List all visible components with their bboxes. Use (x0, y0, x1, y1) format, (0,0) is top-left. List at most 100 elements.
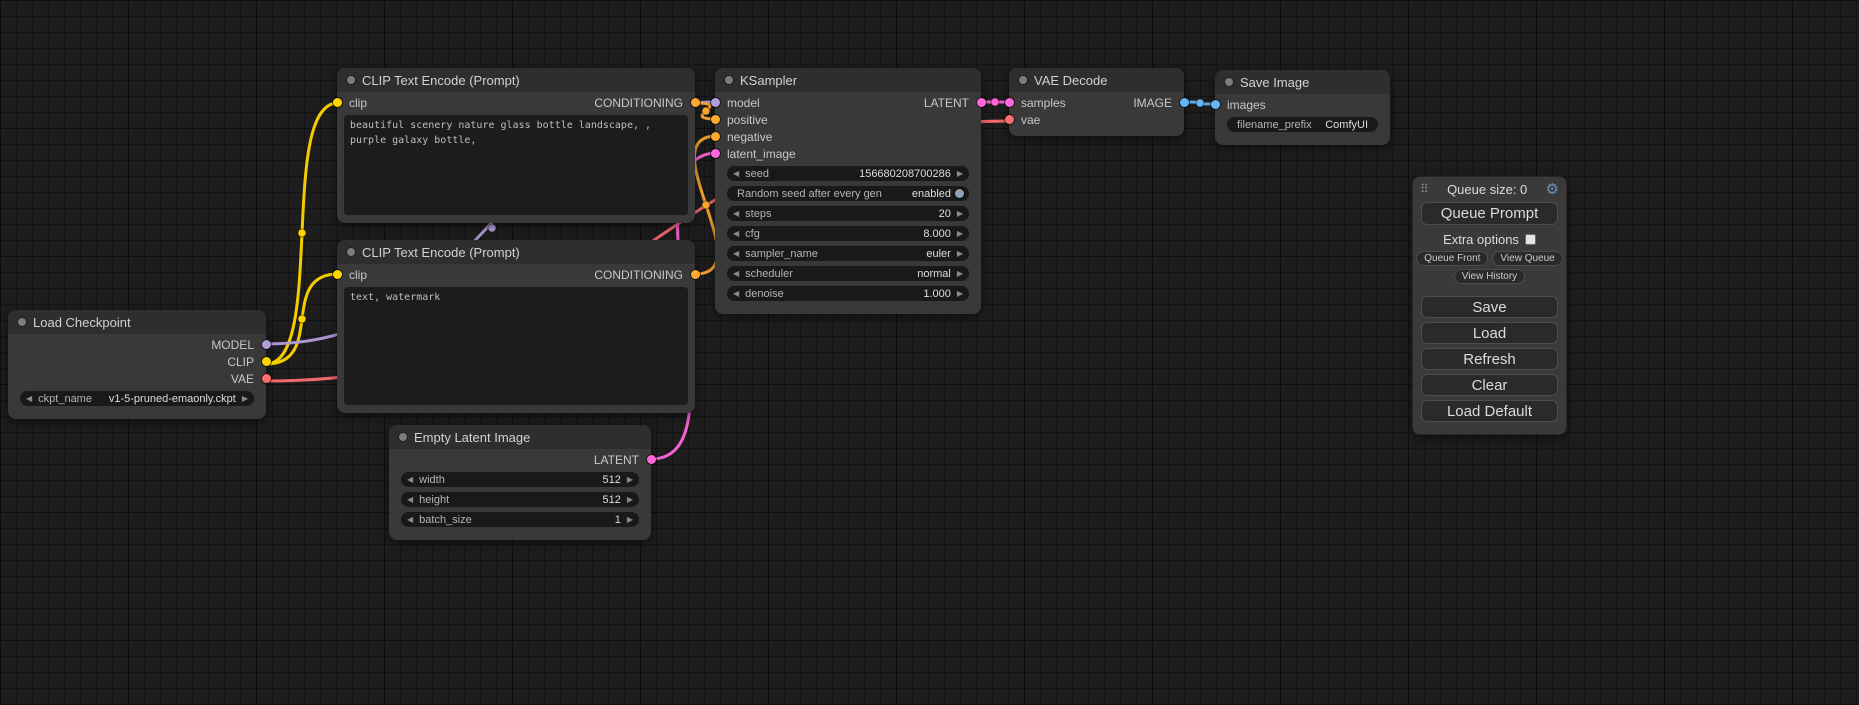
increment-arrow-icon[interactable]: ▶ (957, 270, 963, 278)
extra-options-checkbox[interactable] (1525, 234, 1536, 245)
view-history-button[interactable]: View History (1454, 269, 1525, 284)
node-titlebar[interactable]: Empty Latent Image (389, 425, 651, 449)
widget-denoise[interactable]: ◀ denoise 1.000 ▶ (727, 286, 969, 301)
queue-prompt-button[interactable]: Queue Prompt (1421, 202, 1558, 225)
output-port-latent[interactable] (977, 98, 986, 107)
increment-arrow-icon[interactable]: ▶ (957, 170, 963, 178)
load-default-button[interactable]: Load Default (1421, 400, 1558, 422)
increment-arrow-icon[interactable]: ▶ (957, 210, 963, 218)
output-port-latent[interactable] (647, 455, 656, 464)
input-port-vae[interactable] (1005, 115, 1014, 124)
output-port-model[interactable] (262, 340, 271, 349)
node-empty-latent-image[interactable]: Empty Latent Image LATENT ◀ width 512 ▶ … (389, 425, 651, 540)
extra-options-row: Extra options (1413, 232, 1566, 247)
collapse-dot-icon[interactable] (347, 248, 355, 256)
collapse-dot-icon[interactable] (1019, 76, 1027, 84)
queue-front-button[interactable]: Queue Front (1416, 251, 1488, 266)
widget-random-seed-toggle[interactable]: Random seed after every gen enabled (727, 186, 969, 201)
decrement-arrow-icon[interactable]: ◀ (733, 250, 739, 258)
output-label-vae: VAE (231, 372, 254, 386)
widget-value: 8.000 (923, 228, 951, 240)
input-label-clip: clip (349, 268, 367, 282)
output-port-vae[interactable] (262, 374, 271, 383)
widget-steps[interactable]: ◀ steps 20 ▶ (727, 206, 969, 221)
widget-seed[interactable]: ◀ seed 156680208700286 ▶ (727, 166, 969, 181)
decrement-arrow-icon[interactable]: ◀ (407, 516, 413, 524)
widget-value: 156680208700286 (859, 168, 951, 180)
input-port-negative[interactable] (711, 132, 720, 141)
node-ksampler[interactable]: KSampler model LATENT positive negative … (715, 68, 981, 314)
widget-sampler-name[interactable]: ◀ sampler_name euler ▶ (727, 246, 969, 261)
toggle-dot-icon[interactable] (955, 189, 964, 198)
node-titlebar[interactable]: KSampler (715, 68, 981, 92)
decrement-arrow-icon[interactable]: ◀ (733, 290, 739, 298)
decrement-arrow-icon[interactable]: ◀ (733, 210, 739, 218)
input-port-samples[interactable] (1005, 98, 1014, 107)
node-vae-decode[interactable]: VAE Decode samples IMAGE vae (1009, 68, 1184, 136)
decrement-arrow-icon[interactable]: ◀ (733, 170, 739, 178)
widget-height[interactable]: ◀ height 512 ▶ (401, 492, 639, 507)
node-titlebar[interactable]: Load Checkpoint (8, 310, 266, 334)
load-button[interactable]: Load (1421, 322, 1558, 344)
input-port-positive[interactable] (711, 115, 720, 124)
input-port-images[interactable] (1211, 100, 1220, 109)
output-port-conditioning[interactable] (691, 270, 700, 279)
input-label-latent-image: latent_image (727, 147, 796, 161)
node-title: Load Checkpoint (33, 315, 131, 330)
output-port-conditioning[interactable] (691, 98, 700, 107)
widget-scheduler[interactable]: ◀ scheduler normal ▶ (727, 266, 969, 281)
increment-arrow-icon[interactable]: ▶ (627, 496, 633, 504)
collapse-dot-icon[interactable] (1225, 78, 1233, 86)
input-port-latent-image[interactable] (711, 149, 720, 158)
output-port-image[interactable] (1180, 98, 1189, 107)
prompt-textarea[interactable]: text, watermark (344, 287, 688, 405)
collapse-dot-icon[interactable] (725, 76, 733, 84)
settings-gear-icon[interactable]: ⚙ (1546, 182, 1559, 197)
decrement-arrow-icon[interactable]: ◀ (26, 395, 32, 403)
queue-actions-row: Queue Front View Queue (1413, 251, 1566, 266)
collapse-dot-icon[interactable] (399, 433, 407, 441)
widget-value: euler (926, 248, 950, 260)
decrement-arrow-icon[interactable]: ◀ (733, 230, 739, 238)
decrement-arrow-icon[interactable]: ◀ (407, 476, 413, 484)
decrement-arrow-icon[interactable]: ◀ (733, 270, 739, 278)
input-port-clip[interactable] (333, 98, 342, 107)
widget-ckpt-name[interactable]: ◀ ckpt_name v1-5-pruned-emaonly.ckpt ▶ (20, 391, 254, 406)
collapse-dot-icon[interactable] (18, 318, 26, 326)
node-titlebar[interactable]: VAE Decode (1009, 68, 1184, 92)
output-port-clip[interactable] (262, 357, 271, 366)
widget-filename-prefix[interactable]: filename_prefix ComfyUI (1227, 117, 1378, 132)
increment-arrow-icon[interactable]: ▶ (957, 250, 963, 258)
input-label-vae: vae (1021, 113, 1040, 127)
widget-cfg[interactable]: ◀ cfg 8.000 ▶ (727, 226, 969, 241)
node-save-image[interactable]: Save Image images filename_prefix ComfyU… (1215, 70, 1390, 145)
widget-width[interactable]: ◀ width 512 ▶ (401, 472, 639, 487)
drag-handle-icon[interactable]: ⠿ (1420, 182, 1429, 196)
save-button[interactable]: Save (1421, 296, 1558, 318)
increment-arrow-icon[interactable]: ▶ (957, 230, 963, 238)
node-titlebar[interactable]: CLIP Text Encode (Prompt) (337, 68, 695, 92)
increment-arrow-icon[interactable]: ▶ (627, 476, 633, 484)
increment-arrow-icon[interactable]: ▶ (627, 516, 633, 524)
clear-button[interactable]: Clear (1421, 374, 1558, 396)
widget-batch-size[interactable]: ◀ batch_size 1 ▶ (401, 512, 639, 527)
refresh-button[interactable]: Refresh (1421, 348, 1558, 370)
widget-name: width (419, 474, 445, 486)
view-queue-button[interactable]: View Queue (1492, 251, 1562, 266)
input-port-model[interactable] (711, 98, 720, 107)
node-clip-text-encode-positive[interactable]: CLIP Text Encode (Prompt) clip CONDITION… (337, 68, 695, 223)
slot-row: vae (1009, 111, 1184, 128)
increment-arrow-icon[interactable]: ▶ (957, 290, 963, 298)
graph-canvas[interactable]: Load Checkpoint MODEL CLIP VAE ◀ ckpt_na… (0, 0, 1859, 705)
node-title: Save Image (1240, 75, 1309, 90)
node-titlebar[interactable]: Save Image (1215, 70, 1390, 94)
link-midpoint-dot (488, 224, 496, 232)
input-port-clip[interactable] (333, 270, 342, 279)
node-titlebar[interactable]: CLIP Text Encode (Prompt) (337, 240, 695, 264)
decrement-arrow-icon[interactable]: ◀ (407, 496, 413, 504)
increment-arrow-icon[interactable]: ▶ (242, 395, 248, 403)
node-clip-text-encode-negative[interactable]: CLIP Text Encode (Prompt) clip CONDITION… (337, 240, 695, 413)
collapse-dot-icon[interactable] (347, 76, 355, 84)
prompt-textarea[interactable]: beautiful scenery nature glass bottle la… (344, 115, 688, 215)
node-load-checkpoint[interactable]: Load Checkpoint MODEL CLIP VAE ◀ ckpt_na… (8, 310, 266, 419)
